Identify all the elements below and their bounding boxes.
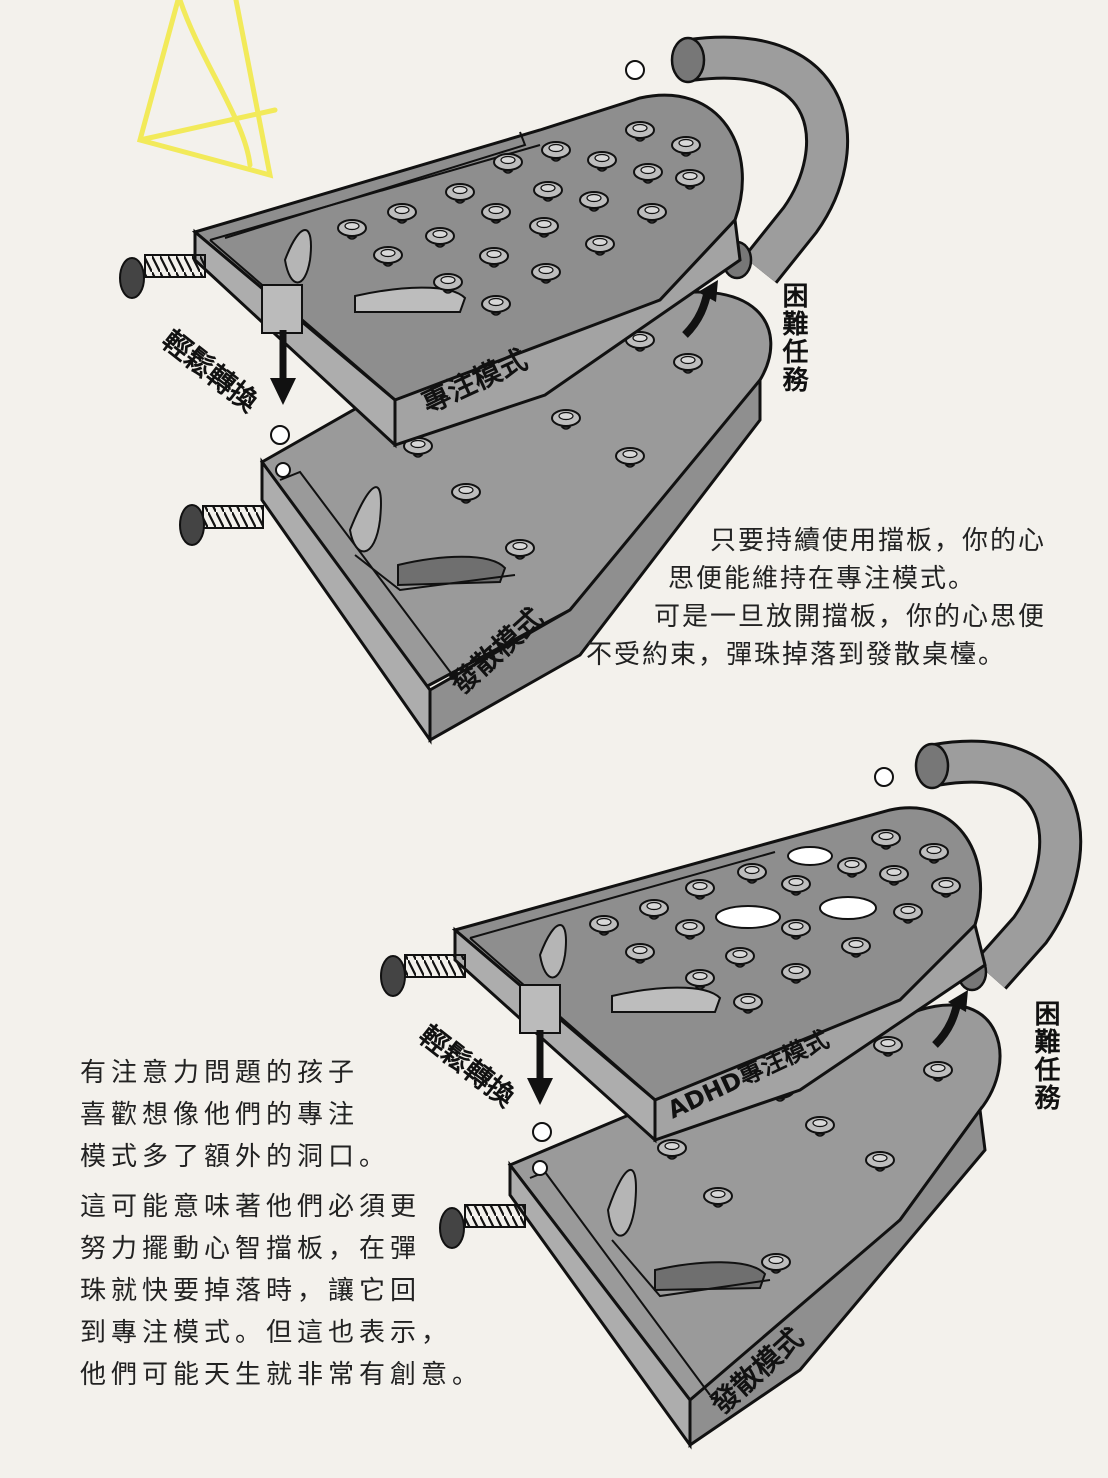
caption2-line: 他們可能天生就非常有創意。 xyxy=(80,1360,484,1390)
caption1-line: 思便能維持在專注模式。 xyxy=(667,564,976,594)
highlighter-scribble xyxy=(136,0,278,179)
book-page: 專注模式 發散模式 輕鬆轉換 困難任務 ADHD專注模式 發散模式 輕鬆轉換 困… xyxy=(0,0,1108,1478)
caption-adhd-explanation: 有注意力問題的孩子 喜歡想像他們的專注 模式多了額外的洞口。 這可能意味著他們必… xyxy=(80,1052,483,1396)
caption2-line: 模式多了額外的洞口。 xyxy=(80,1142,391,1172)
hard-task-label-2: 困難任務 xyxy=(1030,1000,1060,1112)
caption2-line: 努力擺動心智擋板，在彈 xyxy=(80,1234,422,1264)
caption2-line: 這可能意味著他們必須更 xyxy=(80,1192,422,1222)
caption1-line: 不受約束，彈珠掉落到發散桌檯。 xyxy=(585,640,1006,670)
caption1-line: 可是一旦放開擋板，你的心思便 xyxy=(653,602,1046,632)
caption2-line: 到專注模式。但這也表示， xyxy=(80,1318,453,1348)
caption1-line: 只要持續使用擋板，你的心 xyxy=(709,526,1046,556)
caption2-line: 喜歡想像他們的專注 xyxy=(80,1100,360,1130)
hard-task-label-1: 困難任務 xyxy=(778,282,808,394)
caption2-line: 珠就快要掉落時，讓它回 xyxy=(80,1276,422,1306)
caption2-line: 有注意力問題的孩子 xyxy=(80,1058,360,1088)
caption-focus-explanation: 只要持續使用擋板，你的心 思便能維持在專注模式。 可是一旦放開擋板，你的心思便 … xyxy=(586,522,1046,674)
